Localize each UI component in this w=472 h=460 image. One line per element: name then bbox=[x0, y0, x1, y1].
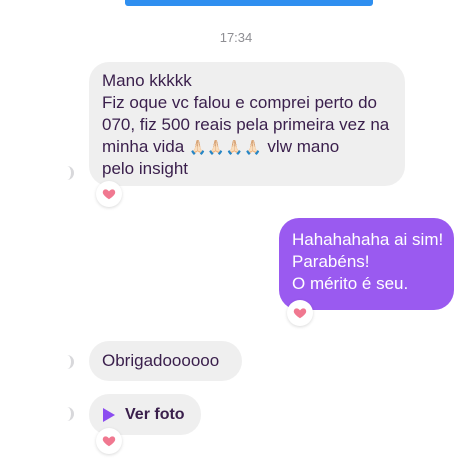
top-accent-bar bbox=[125, 0, 373, 6]
message-line-with-emoji: minha vida 🙏🏻🙏🏻🙏🏻🙏🏻 vlw mano bbox=[102, 136, 392, 158]
sender-avatar[interactable] bbox=[64, 166, 74, 180]
heart-reaction[interactable] bbox=[287, 300, 313, 326]
sender-avatar[interactable] bbox=[64, 355, 74, 369]
view-photo-label: Ver foto bbox=[125, 405, 185, 423]
message-line: pelo insight bbox=[102, 159, 189, 178]
message-text: vlw mano bbox=[267, 137, 340, 156]
message-line: Mano kkkkk bbox=[102, 71, 192, 90]
heart-reaction[interactable] bbox=[96, 428, 122, 454]
incoming-message-bubble[interactable]: Obrigadoooooo bbox=[89, 341, 242, 381]
message-line: Parabéns! bbox=[292, 252, 370, 271]
heart-reaction[interactable] bbox=[96, 181, 122, 207]
play-icon bbox=[103, 407, 115, 422]
message-line: Hahahahaha ai sim! bbox=[292, 230, 444, 249]
heart-icon bbox=[102, 189, 116, 200]
incoming-message-bubble[interactable]: Mano kkkkk Fiz oque vc falou e comprei p… bbox=[89, 62, 405, 186]
message-text: minha vida bbox=[102, 137, 185, 156]
sender-avatar[interactable] bbox=[64, 407, 74, 421]
message-timestamp: 17:34 bbox=[219, 30, 253, 45]
message-line: O mérito é seu. bbox=[292, 274, 409, 293]
heart-icon bbox=[102, 436, 116, 447]
praying-hands-emoji: 🙏🏻🙏🏻🙏🏻🙏🏻 bbox=[188, 139, 263, 155]
outgoing-message-bubble[interactable]: Hahahahaha ai sim! Parabéns! O mérito é … bbox=[279, 218, 454, 310]
message-text: Obrigadoooooo bbox=[102, 351, 220, 370]
message-line: Fiz oque vc falou e comprei perto do bbox=[102, 93, 377, 112]
message-line: 070, fiz 500 reais pela primeira vez na bbox=[102, 115, 390, 134]
heart-icon bbox=[293, 308, 307, 319]
